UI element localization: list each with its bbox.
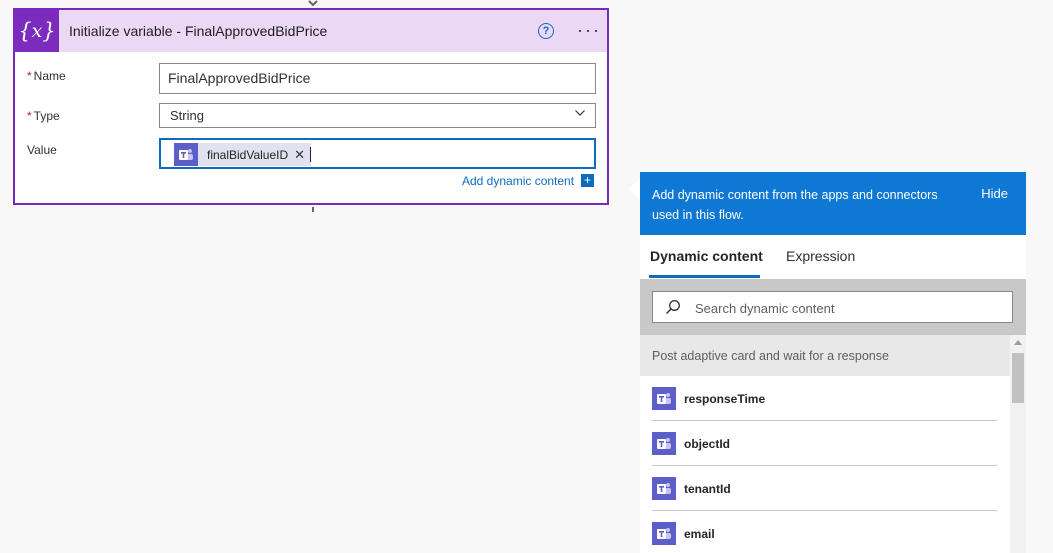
initialize-variable-card[interactable]: {x} Initialize variable - FinalApprovedB… xyxy=(13,8,609,205)
list-item[interactable]: objectId xyxy=(652,421,997,466)
teams-icon xyxy=(652,522,676,545)
text-caret xyxy=(310,147,311,162)
scrollbar[interactable] xyxy=(1010,335,1026,553)
search-box[interactable] xyxy=(652,291,1013,324)
active-tab-indicator xyxy=(649,275,760,278)
dynamic-content-panel: Add dynamic content from the apps and co… xyxy=(640,172,1026,553)
value-label: Value xyxy=(27,143,57,157)
required-mark: * xyxy=(27,69,32,83)
list-item[interactable]: responseTime xyxy=(652,376,997,421)
type-select[interactable]: String xyxy=(159,103,596,128)
type-label: * Type xyxy=(27,109,60,123)
list-item-label: objectId xyxy=(684,437,731,451)
list-item-label: responseTime xyxy=(684,392,766,406)
chevron-down-icon xyxy=(575,110,585,116)
required-mark: * xyxy=(27,109,32,123)
section-header[interactable]: Post adaptive card and wait for a respon… xyxy=(640,335,1010,376)
tab-dynamic-content[interactable]: Dynamic content xyxy=(650,248,763,264)
panel-header: Add dynamic content from the apps and co… xyxy=(640,172,1026,235)
teams-icon xyxy=(652,432,676,455)
add-dynamic-plus-icon[interactable]: + xyxy=(581,174,594,187)
name-label: * Name xyxy=(27,69,66,83)
search-area xyxy=(640,279,1026,335)
panel-header-text: Add dynamic content from the apps and co… xyxy=(652,188,938,222)
section-title: Post adaptive card and wait for a respon… xyxy=(652,349,889,363)
hide-button[interactable]: Hide xyxy=(981,186,1008,201)
list-item-label: tenantId xyxy=(684,482,731,496)
list-item[interactable]: email xyxy=(652,511,997,553)
search-icon xyxy=(666,300,680,314)
remove-token-icon[interactable]: ✕ xyxy=(294,147,305,163)
panel-tabs: Dynamic content Expression xyxy=(640,235,1026,279)
card-title: Initialize variable - FinalApprovedBidPr… xyxy=(69,23,328,39)
teams-icon xyxy=(652,477,676,500)
connector-arrow-icon xyxy=(308,0,318,7)
panel-pointer xyxy=(629,178,640,200)
more-options-icon[interactable]: ··· xyxy=(575,20,603,40)
token-label: finalBidValueID xyxy=(207,147,289,162)
scroll-thumb[interactable] xyxy=(1012,353,1024,403)
connector-line xyxy=(312,207,314,212)
tab-expression[interactable]: Expression xyxy=(786,248,855,264)
add-dynamic-content-link[interactable]: Add dynamic content xyxy=(462,174,574,188)
dynamic-token[interactable]: finalBidValueID ✕ xyxy=(174,143,312,166)
variable-icon: {x} xyxy=(15,10,59,52)
value-field[interactable]: finalBidValueID ✕ xyxy=(159,138,596,169)
card-header[interactable]: {x} Initialize variable - FinalApprovedB… xyxy=(15,10,607,52)
scroll-up-arrow-icon[interactable] xyxy=(1014,340,1022,345)
teams-icon xyxy=(174,143,198,166)
name-field[interactable]: FinalApprovedBidPrice xyxy=(159,63,596,94)
teams-icon xyxy=(652,387,676,410)
help-icon[interactable]: ? xyxy=(538,23,554,39)
type-select-value: String xyxy=(170,108,204,123)
list-item[interactable]: tenantId xyxy=(652,466,997,511)
search-input[interactable] xyxy=(693,292,997,324)
list-item-label: email xyxy=(684,527,715,541)
